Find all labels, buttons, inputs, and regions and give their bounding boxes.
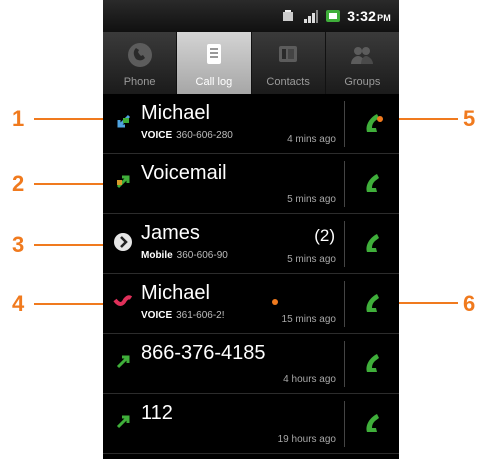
divider (344, 161, 345, 207)
tab-contacts-label: Contacts (266, 76, 310, 88)
signal-icon (304, 10, 319, 23)
divider (344, 401, 345, 447)
contacts-tab-icon (279, 46, 298, 62)
missed-call-icon (113, 295, 133, 306)
divider (344, 101, 345, 147)
call-button-icon[interactable] (361, 290, 387, 316)
call-time: 15 mins ago (281, 314, 336, 325)
callout-2: 2 (12, 171, 25, 196)
call-time: 5 mins ago (287, 194, 336, 205)
call-detail: Mobile 360-606-90 (141, 250, 228, 261)
outgoing-call-icon (116, 355, 130, 369)
call-log-row[interactable]: James (2) Mobile 360-606-90 5 mins ago (103, 214, 399, 274)
callout-3: 3 (12, 232, 25, 257)
call-detail: VOICE 361-606-2! (141, 310, 225, 321)
phone-tab-icon (127, 43, 152, 67)
callout-dot-5 (377, 116, 383, 122)
tab-call-log[interactable]: Call log (177, 32, 252, 94)
contact-name: Michael (141, 102, 210, 124)
voicemail-call-icon (116, 175, 130, 189)
divider (344, 281, 345, 327)
call-time: 4 mins ago (287, 134, 336, 145)
phone-screen: 3:32PM Phone Call log Contacts Groups Mi… (103, 0, 399, 459)
call-time: 5 mins ago (287, 254, 336, 265)
call-time: 19 hours ago (277, 434, 336, 445)
call-button-icon[interactable] (361, 410, 387, 436)
contact-name: James (141, 222, 200, 244)
tab-groups[interactable]: Groups (326, 32, 399, 94)
callout-1: 1 (12, 106, 25, 131)
contact-name: Michael (141, 282, 210, 304)
divider (344, 221, 345, 267)
call-time: 4 hours ago (283, 374, 336, 385)
call-log-row[interactable]: Michael VOICE 360-606-280 4 mins ago (103, 94, 399, 154)
callout-6: 6 (463, 291, 476, 316)
contact-name: 112 (141, 402, 173, 424)
battery-icon (326, 10, 341, 22)
call-log-row[interactable]: Michael VOICE 361-606-2! 15 mins ago (103, 274, 399, 334)
tab-phone[interactable]: Phone (103, 32, 178, 94)
tab-contacts[interactable]: Contacts (252, 32, 326, 94)
status-icons: 3:32PM (281, 0, 399, 32)
incoming-call-icon (117, 114, 131, 128)
data-sync-icon (283, 10, 294, 21)
status-time: 3:32PM (347, 8, 391, 24)
call-count: (2) (314, 226, 335, 245)
call-log-row[interactable]: Voicemail 5 mins ago (103, 154, 399, 214)
callout-dot-6 (272, 299, 278, 305)
call-button-icon[interactable] (361, 350, 387, 376)
call-log-row[interactable]: 866-376-4185 4 hours ago (103, 334, 399, 394)
tab-phone-label: Phone (123, 76, 156, 88)
call-log-row[interactable]: 112 19 hours ago (103, 394, 399, 454)
outgoing-call-icon (116, 415, 130, 429)
call-button-icon[interactable] (361, 230, 387, 256)
callout-5: 5 (463, 106, 476, 131)
call-button-icon[interactable] (361, 170, 387, 196)
tab-call-log-label: Call log (195, 76, 233, 88)
groups-tab-icon (351, 47, 374, 64)
call-log-tab-icon (206, 44, 221, 64)
call-detail: VOICE 360-606-280 (141, 130, 233, 141)
contact-name: 866-376-4185 (141, 342, 266, 364)
tab-groups-label: Groups (344, 76, 381, 88)
call-button-icon[interactable] (361, 110, 387, 136)
contact-name: Voicemail (141, 162, 227, 184)
callout-4: 4 (12, 291, 25, 316)
divider (344, 341, 345, 387)
tab-bar: Phone Call log Contacts Groups (103, 32, 399, 94)
status-bar: 3:32PM (103, 0, 399, 32)
call-log-list: Michael VOICE 360-606-280 4 mins ago Voic… (103, 94, 399, 454)
expand-arrow-icon[interactable] (113, 232, 133, 252)
